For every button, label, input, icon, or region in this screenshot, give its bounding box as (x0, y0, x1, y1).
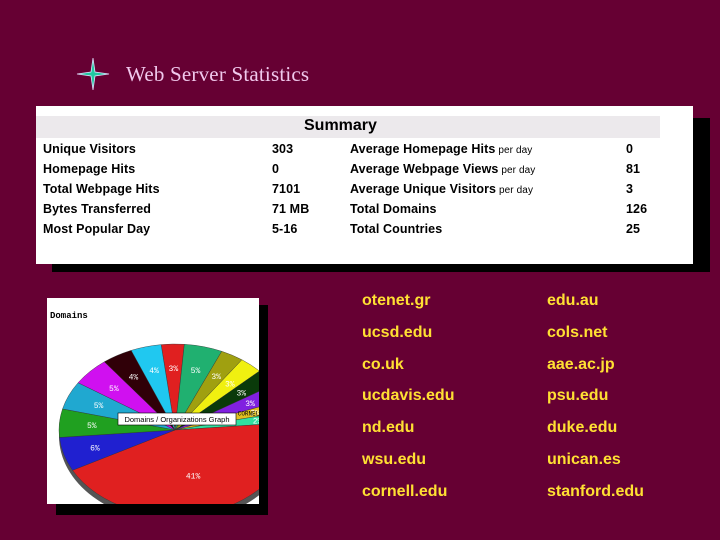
summary-label: Average Homepage Hits per day (350, 142, 533, 156)
domain-list-item: duke.edu (547, 419, 618, 437)
pie-slice-pct-label: 4% (149, 367, 159, 376)
domain-list-item: ucdavis.edu (362, 387, 455, 405)
summary-label: Unique Visitors (43, 142, 136, 156)
summary-value: 0 (626, 142, 634, 156)
pie-slice-pct-label: 5% (94, 402, 104, 411)
summary-label: Total Webpage Hits (43, 182, 160, 196)
summary-label: Total Domains (350, 202, 437, 216)
pie-slice-pct-label: 3% (225, 380, 235, 389)
pie-slice-name-label: CORNELL.EDU (238, 411, 259, 418)
summary-value: 7101 (272, 182, 301, 196)
pie-slice-pct-label: 4% (129, 373, 139, 382)
four-point-star-icon (76, 57, 110, 91)
summary-value: 3 (626, 182, 634, 196)
domain-list-item: co.uk (362, 355, 404, 373)
domain-list-item: wsu.edu (362, 451, 427, 468)
page-title: Web Server Statistics (126, 61, 310, 86)
pie-slice-pct-label: 3% (211, 373, 221, 382)
pie-slice-pct-label: 3% (169, 365, 179, 374)
pie-slice-pct-label: 5% (191, 367, 201, 376)
pie-slice-pct-label: 3% (245, 400, 255, 409)
domain-list-item: otenet.gr (362, 292, 431, 309)
domains-pie-chart: Domains3%5%3%3%3%3%2%2%CORNELL.EDU41%6%5… (47, 298, 259, 504)
pie-chart-svg: Domains3%5%3%3%3%3%2%2%CORNELL.EDU41%6%5… (50, 311, 259, 504)
pie-slice-pct-label: 5% (109, 385, 119, 394)
summary-label: Homepage Hits (43, 162, 136, 176)
summary-value: 71 MB (272, 202, 310, 216)
domain-list-item: psu.edu (547, 387, 609, 405)
domain-list-item: cornell.edu (362, 482, 448, 500)
pie-slice-pct-label: 41% (186, 472, 201, 481)
pie-slice-pct-label: 3% (236, 389, 246, 398)
summary-value: 25 (626, 222, 641, 236)
domain-list-item: stanford.edu (547, 482, 644, 500)
domain-list-item: cols.net (547, 323, 608, 341)
domain-list-item: edu.au (547, 292, 599, 309)
summary-header: Summary (36, 116, 660, 138)
domain-list-item: nd.edu (362, 419, 415, 437)
domain-list-item: ucsd.edu (362, 323, 433, 341)
summary-label: Most Popular Day (43, 222, 151, 236)
summary-label: Average Unique Visitors per day (350, 182, 534, 196)
per-day-suffix: per day (495, 145, 533, 156)
chart-title: Domains (50, 311, 88, 321)
summary-value: 5-16 (272, 222, 298, 236)
domain-list-item: unican.es (547, 451, 621, 468)
summary-label: Total Countries (350, 222, 443, 236)
summary-label: Bytes Transferred (43, 202, 151, 216)
summary-title: Summary (304, 117, 377, 134)
summary-value: 0 (272, 162, 280, 176)
pie-slice-pct-label: 6% (90, 445, 100, 454)
chart-caption: Domains / Organizations Graph (117, 412, 237, 426)
per-day-suffix: per day (498, 165, 536, 176)
domain-list-item: aae.ac.jp (547, 355, 615, 373)
per-day-suffix: per day (496, 185, 534, 196)
title-row: Web Server Statistics (76, 56, 309, 92)
summary-label: Average Webpage Views per day (350, 162, 536, 176)
summary-panel: Summary Unique Visitors 303 Homepage Hits 0… (36, 106, 693, 264)
summary-value: 126 (626, 202, 648, 216)
svg-text:Domains / Organizations Graph: Domains / Organizations Graph (124, 415, 229, 424)
summary-value: 81 (626, 162, 641, 176)
pie-slice-pct-label: 5% (87, 422, 97, 431)
summary-value: 303 (272, 142, 294, 156)
